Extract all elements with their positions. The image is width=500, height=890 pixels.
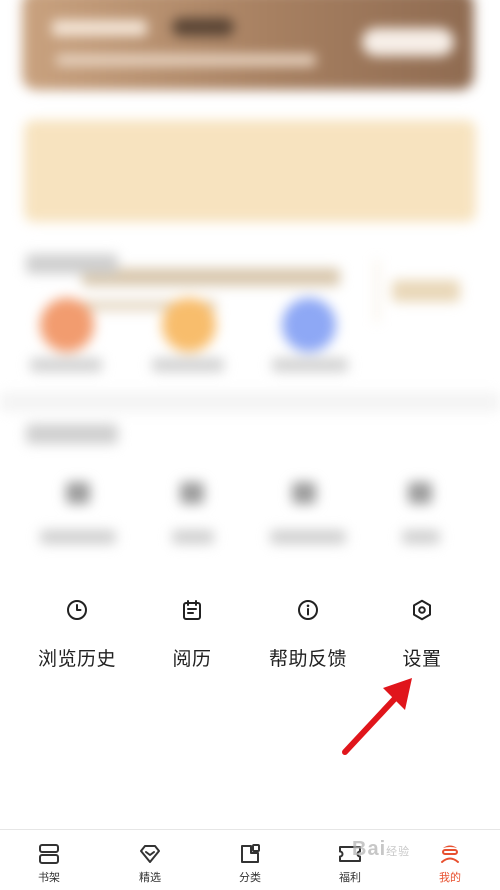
calendar-icon <box>183 600 201 620</box>
tool-label <box>40 530 116 544</box>
nav-category[interactable]: 分类 <box>210 830 290 890</box>
vip-banner-button[interactable] <box>362 28 454 56</box>
tool-icon[interactable] <box>408 482 432 504</box>
profile-icon <box>441 845 459 863</box>
nav-bookshelf[interactable]: 书架 <box>9 830 89 890</box>
tool-settings[interactable]: 设置 <box>367 596 477 676</box>
coupon-title <box>82 268 340 286</box>
nav-label-profile: 我的 <box>439 871 461 884</box>
nav-label-bookshelf: 书架 <box>38 871 60 884</box>
nav-label-category: 分类 <box>239 871 261 884</box>
clock-icon <box>67 600 87 620</box>
feature-label <box>30 358 102 372</box>
info-icon <box>298 600 318 620</box>
nav-label-welfare: 福利 <box>339 871 361 884</box>
tool-label <box>172 530 214 544</box>
section-title <box>26 254 118 274</box>
nav-label-featured: 精选 <box>139 871 161 884</box>
tool-label-settings: 设置 <box>402 648 442 670</box>
watermark-text: Bai <box>352 838 387 860</box>
category-icon <box>241 844 260 863</box>
watermark-logo: Bai经验 <box>352 838 410 861</box>
tool-browse-history[interactable]: 浏览历史 <box>22 596 132 676</box>
feature-label <box>152 358 224 372</box>
vip-banner-badge <box>172 18 234 36</box>
tool-label-browse-history: 浏览历史 <box>37 648 116 670</box>
tool-label <box>402 530 440 544</box>
vip-banner-subtitle <box>56 54 316 66</box>
tool-row: 浏览历史 阅历 帮助反馈 设置 <box>0 596 500 676</box>
tool-icon[interactable] <box>292 482 316 504</box>
feature-icon-orange[interactable] <box>40 298 94 352</box>
diamond-icon <box>140 845 160 863</box>
coupon-divider <box>376 260 378 322</box>
tool-label <box>270 530 346 544</box>
tool-label-help-feedback: 帮助反馈 <box>268 648 347 670</box>
feature-label <box>272 358 348 372</box>
tool-icon[interactable] <box>66 482 90 504</box>
nav-featured[interactable]: 精选 <box>110 830 190 890</box>
watermark-sub: 经验 <box>386 846 411 858</box>
bookshelf-icon <box>39 844 59 864</box>
coupon-button[interactable] <box>392 280 460 302</box>
feature-icon-yellow[interactable] <box>162 298 216 352</box>
section-divider <box>0 392 500 412</box>
bottom-nav: 书架 精选 分类 福利 我的 <box>0 829 500 890</box>
section-title <box>26 424 118 444</box>
nav-profile[interactable]: 我的 <box>410 830 490 890</box>
vip-banner <box>22 0 474 90</box>
feature-icon-blue[interactable] <box>282 298 336 352</box>
vip-banner-title <box>52 20 147 36</box>
red-arrow-annotation <box>342 678 412 755</box>
settings-icon <box>413 599 431 621</box>
tool-label-reading-record: 阅历 <box>172 648 212 670</box>
tool-help-feedback[interactable]: 帮助反馈 <box>253 596 363 676</box>
tool-reading-record[interactable]: 阅历 <box>137 596 247 676</box>
tool-icon[interactable] <box>180 482 204 504</box>
